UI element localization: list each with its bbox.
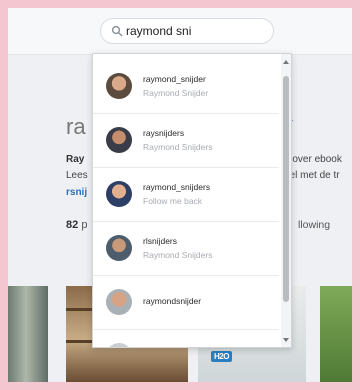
profile-name: ra [66, 114, 86, 139]
suggestion-fullname: Raymond Snijders [143, 142, 213, 152]
suggestion-item[interactable]: raymond_snijders Follow me back [93, 168, 279, 222]
avatar [106, 127, 132, 153]
suggestion-item[interactable]: raymondsnijder [93, 276, 279, 330]
suggestion-username: raymond_snijder [143, 74, 206, 84]
profile-link[interactable]: rsnij [66, 187, 87, 198]
suggestion-username: rlsnijders [143, 236, 178, 246]
posts-count: 82 p [66, 219, 87, 231]
following-label[interactable]: llowing [298, 219, 330, 231]
suggestion-username: raymondsnijder [143, 296, 202, 306]
avatar [106, 73, 132, 99]
search-box[interactable] [100, 18, 274, 44]
scrollbar-thumb[interactable] [283, 76, 289, 302]
scroll-up-icon[interactable] [283, 60, 289, 64]
suggestion-item-partial[interactable] [93, 330, 279, 347]
photo-tile[interactable] [8, 286, 48, 382]
scroll-down-icon[interactable] [283, 338, 289, 342]
search-icon [111, 25, 123, 37]
suggestion-username: raysnijders [143, 128, 185, 138]
avatar [106, 235, 132, 261]
scrollbar[interactable] [281, 54, 291, 347]
posts-count-unit: p [81, 219, 88, 231]
suggestion-item[interactable]: raymond_snijder Raymond Snijder [93, 60, 279, 114]
avatar [106, 181, 132, 207]
avatar [106, 289, 132, 315]
suggestion-item[interactable]: raysnijders Raymond Snijders [93, 114, 279, 168]
profile-bio-line2-left: Lees [66, 170, 88, 181]
photo-tile[interactable] [320, 286, 352, 382]
profile-fullname: Ray [66, 154, 85, 165]
top-bar [8, 8, 352, 55]
search-input[interactable] [126, 22, 266, 40]
suggestion-fullname: Raymond Snijders [143, 250, 213, 260]
profile-bio-line2-right: eel met de tr [284, 170, 340, 181]
avatar [106, 343, 132, 347]
posts-count-value: 82 [66, 219, 79, 231]
search-suggestions-dropdown: raymond_snijder Raymond Snijder raysnijd… [92, 53, 292, 348]
suggestion-fullname: Follow me back [143, 196, 203, 206]
app-screen: ra Ray g over ebook Lees eel met de tr r… [8, 8, 352, 382]
suggestion-username: raymond_snijders [143, 182, 211, 192]
profile-bio-line1: g over ebook [284, 154, 342, 165]
suggestion-fullname: Raymond Snijder [143, 88, 209, 98]
suggestion-item[interactable]: rlsnijders Raymond Snijders [93, 222, 279, 276]
kobo-badge: H2O [211, 351, 232, 363]
